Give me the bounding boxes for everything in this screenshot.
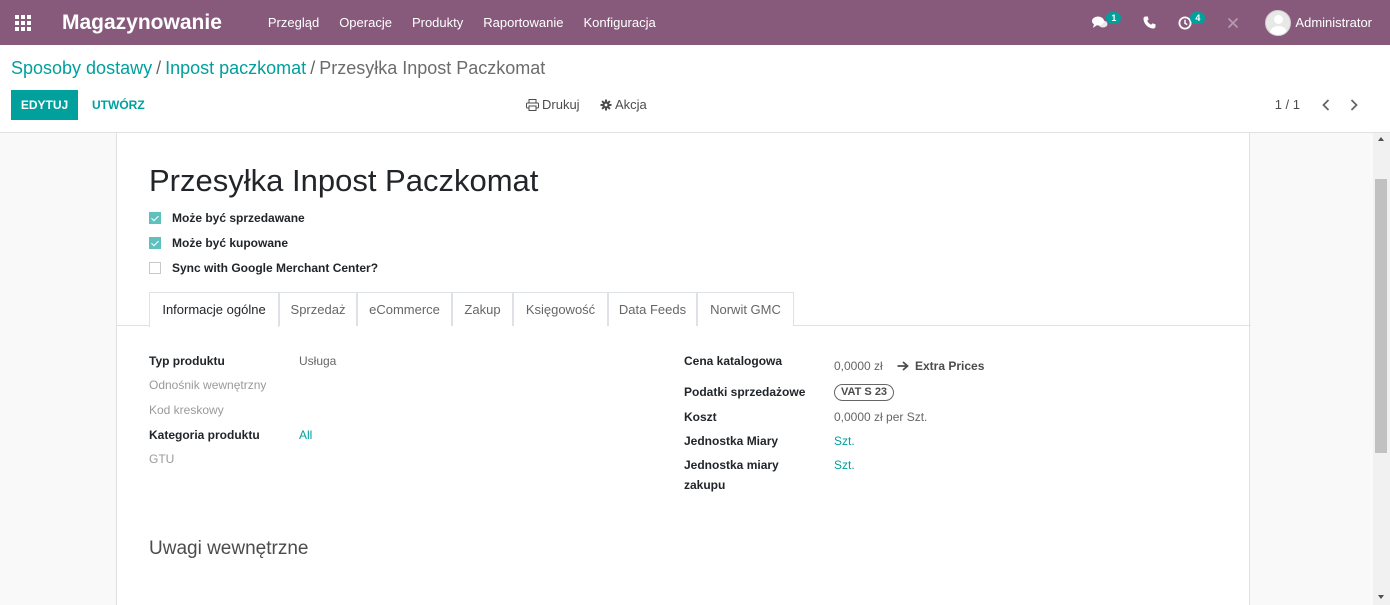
uom-link[interactable]: Szt. (834, 434, 855, 448)
tax-tag[interactable]: VAT S 23 (834, 384, 895, 401)
chevron-right-icon (1350, 99, 1358, 111)
tab-ksiegowosc[interactable]: Księgowość (513, 292, 608, 326)
product-category-link[interactable]: All (299, 428, 312, 442)
sync-google-merchant-label: Sync with Google Merchant Center? (172, 261, 379, 275)
sales-taxes-label: Podatki sprzedażowe (684, 385, 806, 399)
breadcrumb-item-inpost-paczkomat[interactable]: Inpost paczkomat (165, 58, 306, 78)
purchase-uom-link[interactable]: Szt. (834, 458, 855, 472)
purchase-uom-label-line2: zakupu (684, 478, 726, 492)
scroll-down-arrow-icon[interactable] (1378, 595, 1384, 599)
edit-button[interactable]: EDYTUJ (11, 90, 78, 120)
list-price-label: Cena katalogowa (684, 354, 783, 368)
scroll-up-arrow-icon[interactable] (1378, 137, 1384, 141)
tab-data-feeds[interactable]: Data Feeds (608, 292, 697, 326)
gear-icon (600, 99, 612, 111)
top-navbar: Magazynowanie Przegląd Operacje Produkty… (0, 0, 1390, 45)
can-be-purchased-checkbox[interactable] (149, 237, 161, 249)
barcode-label: Kod kreskowy (149, 403, 224, 417)
tab-zakup[interactable]: Zakup (452, 292, 513, 326)
print-button[interactable]: Drukuj (526, 90, 580, 120)
internal-reference-label: Odnośnik wewnętrzny (149, 378, 267, 392)
menu-item-produkty[interactable]: Produkty (412, 15, 463, 30)
pager-value[interactable]: 1 / 1 (1275, 90, 1300, 120)
control-panel: Sposoby dostawy / Inpost paczkomat / Przesył… (0, 45, 1390, 133)
activities-menu[interactable]: 4 (1178, 11, 1206, 30)
messages-badge: 1 (1106, 11, 1122, 24)
pager-previous-button[interactable] (1318, 90, 1334, 120)
pager-next-button[interactable] (1346, 90, 1362, 120)
form-sheet: Przesyłka Inpost Paczkomat Może być sprz… (116, 133, 1251, 605)
menu-item-konfiguracja[interactable]: Konfiguracja (583, 15, 655, 30)
breadcrumb-separator: / (310, 58, 316, 78)
action-button[interactable]: Akcja (600, 90, 647, 120)
purchase-uom-label: Jednostka miary (684, 458, 779, 472)
extra-prices-button[interactable]: Extra Prices (897, 359, 984, 373)
messages-menu[interactable]: 1 (1092, 11, 1122, 30)
product-type-label: Typ produktu (149, 354, 225, 368)
notebook-tabs: Informacje ogólne Sprzedaż eCommerce Zak… (117, 292, 1251, 327)
app-name[interactable]: Magazynowanie (62, 11, 222, 35)
arrow-right-icon (897, 361, 909, 371)
tab-sprzedaz[interactable]: Sprzedaż (279, 292, 357, 326)
list-price-value: 0,0000 zł (834, 359, 883, 373)
menu-item-przeglad[interactable]: Przegląd (268, 15, 319, 30)
can-be-sold-checkbox[interactable] (149, 212, 161, 224)
print-icon (526, 99, 539, 111)
chevron-left-icon (1322, 99, 1330, 111)
product-name: Przesyłka Inpost Paczkomat (149, 163, 539, 198)
phone-menu[interactable] (1143, 16, 1156, 29)
can-be-purchased-label: Może być kupowane (172, 236, 289, 250)
create-button[interactable]: UTWÓRZ (92, 90, 145, 120)
tab-informacje-ogolne[interactable]: Informacje ogólne (149, 292, 279, 327)
debug-menu[interactable] (1227, 17, 1239, 29)
breadcrumb: Sposoby dostawy / Inpost paczkomat / Przesył… (11, 58, 545, 79)
activities-badge: 4 (1190, 11, 1206, 24)
uom-label: Jednostka Miary (684, 434, 779, 448)
product-type-value[interactable]: Usługa (299, 354, 336, 368)
can-be-sold-label: Może być sprzedawane (172, 211, 305, 225)
menu-item-operacje[interactable]: Operacje (339, 15, 392, 30)
print-label: Drukuj (542, 97, 580, 112)
breadcrumb-item-sposoby-dostawy[interactable]: Sposoby dostawy (11, 58, 152, 78)
breadcrumb-current: Przesyłka Inpost Paczkomat (319, 58, 546, 78)
user-menu[interactable]: Administrator (1265, 9, 1372, 36)
tab-norwit-gmc[interactable]: Norwit GMC (697, 292, 794, 326)
sync-google-merchant-checkbox[interactable] (149, 262, 161, 274)
scrollbar[interactable] (1373, 133, 1390, 605)
user-name: Administrator (1295, 15, 1372, 30)
phone-icon (1143, 16, 1156, 29)
apps-menu-icon[interactable] (0, 0, 46, 45)
tab-ecommerce[interactable]: eCommerce (357, 292, 452, 326)
option-can-be-purchased[interactable]: Może być kupowane (149, 236, 288, 250)
cost-label: Koszt (684, 410, 717, 424)
action-label: Akcja (615, 97, 647, 112)
menu-item-raportowanie[interactable]: Raportowanie (483, 15, 563, 30)
breadcrumb-separator: / (156, 58, 162, 78)
product-category-label: Kategoria produktu (149, 428, 260, 442)
option-can-be-sold[interactable]: Może być sprzedawane (149, 211, 305, 225)
close-icon (1228, 17, 1239, 28)
option-sync-google-merchant[interactable]: Sync with Google Merchant Center? (149, 261, 378, 275)
form-view: Przesyłka Inpost Paczkomat Może być sprz… (0, 133, 1373, 605)
gtu-label: GTU (149, 452, 175, 466)
extra-prices-label: Extra Prices (915, 359, 985, 373)
internal-notes-title: Uwagi wewnętrzne (149, 538, 309, 559)
scroll-thumb[interactable] (1375, 179, 1387, 453)
avatar (1265, 9, 1292, 36)
cost-value: 0,0000 zł per Szt. (834, 410, 928, 424)
